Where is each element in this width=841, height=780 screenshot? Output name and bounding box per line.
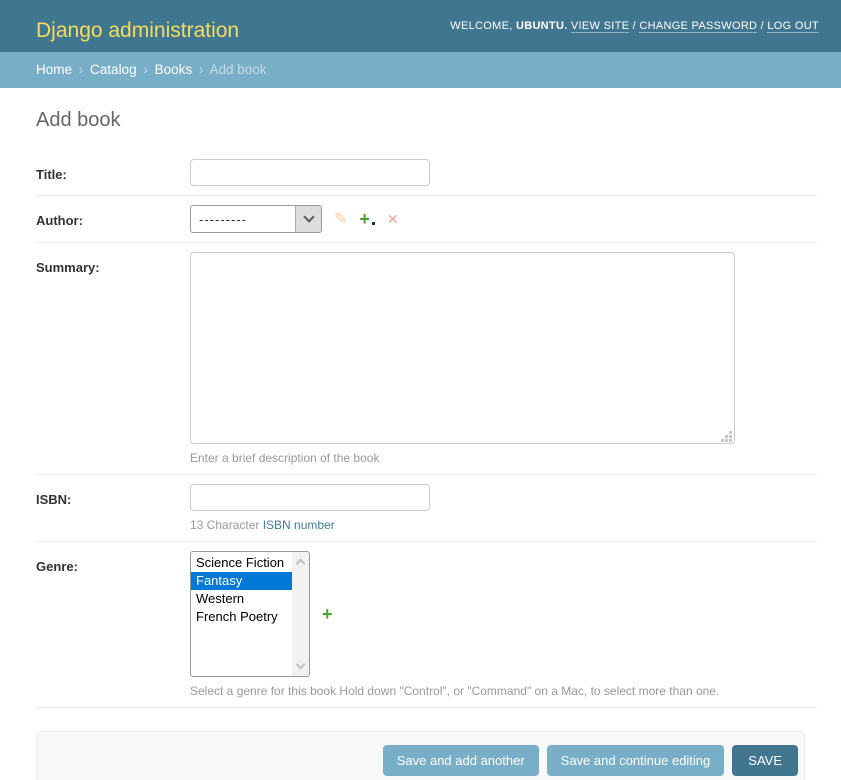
edit-author-pencil-icon[interactable]: ✎ [334,209,347,229]
breadcrumb-current: Add book [209,62,266,77]
summary-help-text: Enter a brief description of the book [190,451,817,465]
author-select-value: --------- [191,206,295,232]
author-select[interactable]: --------- [190,205,322,233]
username: UBUNTU. [516,20,568,32]
title-label: Title: [36,167,67,182]
genre-option-western[interactable]: Western [191,590,292,608]
isbn-label: ISBN: [36,492,71,507]
genre-label: Genre: [36,559,78,574]
form-row-isbn: ISBN: 13 Character ISBN number [36,475,817,542]
form-row-author: Author: --------- ✎ + ✕ [36,196,817,243]
breadcrumb-separator: › [143,62,148,77]
breadcrumb: Home › Catalog › Books › Add book [0,52,841,88]
logout-link[interactable]: LOG OUT [767,20,819,33]
genre-scrollbar[interactable] [292,552,309,676]
change-password-link[interactable]: CHANGE PASSWORD [639,20,757,33]
form-row-summary: Summary: En [36,243,817,475]
genre-option-fantasy[interactable]: Fantasy [191,572,292,590]
header: Django administration WELCOME, UBUNTU. V… [0,0,841,52]
genre-option-science-fiction[interactable]: Science Fiction [191,554,292,572]
breadcrumb-catalog-link[interactable]: Catalog [90,62,137,77]
breadcrumb-separator: › [199,62,204,77]
save-and-continue-editing-button[interactable]: Save and continue editing [547,745,725,776]
save-button[interactable]: SAVE [732,745,798,776]
site-title-link[interactable]: Django administration [36,19,239,42]
breadcrumb-books-link[interactable]: Books [155,62,193,77]
link-separator: / [633,20,636,32]
add-author-plus-icon[interactable]: + [359,210,370,228]
save-and-add-another-button[interactable]: Save and add another [383,745,539,776]
page-title: Add book [36,109,817,132]
isbn-help-text: 13 Character ISBN number [190,518,817,532]
user-tools: WELCOME, UBUNTU. VIEW SITE / CHANGE PASS… [450,20,819,32]
delete-author-cross-icon[interactable]: ✕ [387,211,399,228]
breadcrumb-separator: › [79,62,84,77]
form-row-genre: Genre: Science Fiction Fantasy Western F… [36,542,817,708]
genre-option-french-poetry[interactable]: French Poetry [191,608,292,626]
genre-help-text: Select a genre for this book Hold down "… [190,684,817,698]
summary-label: Summary: [36,260,100,275]
site-title: Django administration [36,8,239,45]
breadcrumb-home-link[interactable]: Home [36,62,72,77]
author-label: Author: [36,213,83,228]
text-caret [372,222,375,225]
welcome-text: WELCOME, [450,20,512,32]
isbn-input[interactable] [190,484,430,511]
form-row-title: Title: [36,150,817,196]
link-separator: / [761,20,764,32]
submit-row: Save and add another Save and continue e… [36,731,805,780]
title-input[interactable] [190,159,430,186]
view-site-link[interactable]: VIEW SITE [571,20,629,33]
content: Add book Title: Author: --------- ✎ [0,88,841,780]
scroll-down-icon[interactable] [296,660,306,670]
scroll-up-icon[interactable] [296,559,306,569]
isbn-number-link[interactable]: ISBN number [263,518,335,532]
add-book-form: Title: Author: --------- ✎ + ✕ [36,150,817,780]
resize-handle-icon[interactable] [721,430,733,442]
summary-textarea[interactable] [190,252,735,444]
genre-multiselect[interactable]: Science Fiction Fantasy Western French P… [190,551,310,677]
add-genre-plus-icon[interactable]: + [322,604,333,625]
chevron-down-icon[interactable] [295,206,321,232]
